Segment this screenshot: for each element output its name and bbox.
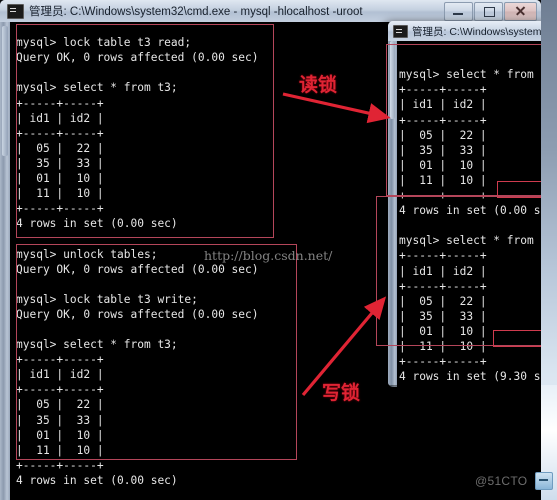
main-scrollbar-thumb[interactable] [2,26,8,156]
main-console-text: mysql> lock table t3 read; Query OK, 0 r… [16,36,259,487]
second-window-shadow [388,385,557,392]
maximize-button[interactable] [474,2,503,21]
second-cmd-window[interactable]: 管理员: C:\Windows\system32\ mysql> select … [388,21,557,387]
cto-watermark: @51CTO [475,474,528,488]
cto-badge-icon [535,472,553,490]
close-button[interactable] [504,2,537,21]
read-lock-label: 读锁 [299,74,338,96]
main-window-controls[interactable] [444,2,537,21]
main-window-title: 管理员: C:\Windows\system32\cmd.exe - mysql… [29,6,363,18]
cmd-console-icon [7,3,24,19]
write-lock-label: 写锁 [322,382,361,404]
second-window-titlebar[interactable]: 管理员: C:\Windows\system32\ [388,21,557,41]
main-window-left-border [0,22,10,500]
main-window-titlebar[interactable]: 管理员: C:\Windows\system32\cmd.exe - mysql… [0,0,541,22]
second-console-text: mysql> select * from t3; +-----+-----+ |… [399,68,557,384]
second-window-title: 管理员: C:\Windows\system32\ [412,25,557,38]
csdn-watermark: http://blog.csdn.net/ [204,248,333,263]
minimize-button[interactable] [444,2,473,21]
second-scrollbar-thumb[interactable] [390,41,395,119]
cmd-console-icon [393,24,408,38]
second-console-output[interactable]: mysql> select * from t3; +-----+-----+ |… [397,41,557,387]
